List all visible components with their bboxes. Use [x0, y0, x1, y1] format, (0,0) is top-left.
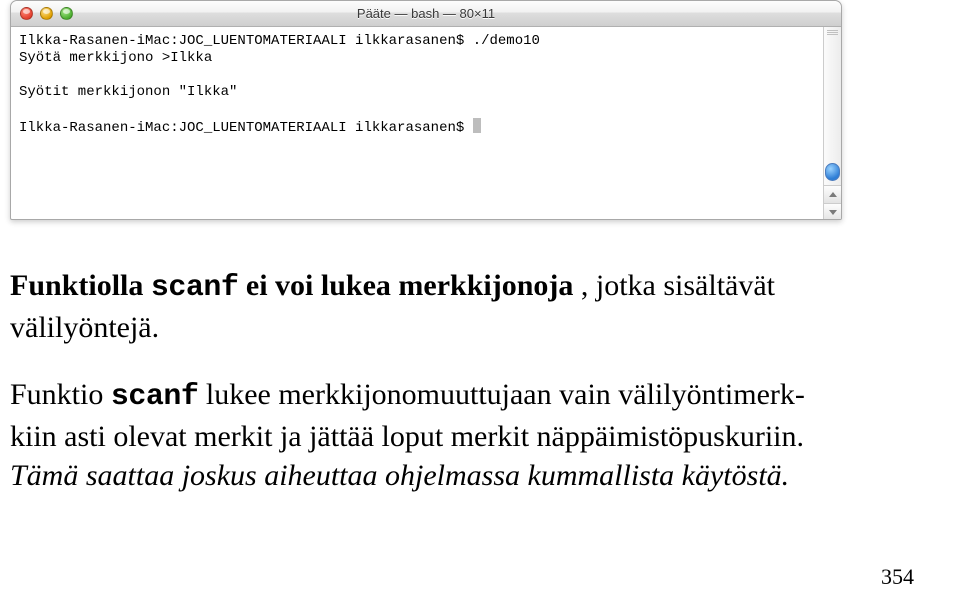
prompt-1: Ilkka-Rasanen-iMac:JOC_LUENTOMATERIAALI …: [19, 33, 473, 49]
p1-code: scanf: [151, 271, 239, 305]
p2-code: scanf: [111, 380, 199, 414]
prompt-2: Ilkka-Rasanen-iMac:JOC_LUENTOMATERIAALI …: [19, 120, 473, 136]
p2-italic: Tämä saattaa joskus aiheuttaa ohjelmassa…: [10, 459, 789, 492]
scrollbar-track[interactable]: [824, 27, 841, 185]
p2-c: kiin asti olevat merkit ja jättää loput …: [10, 420, 804, 453]
output-line-3: Syötit merkkijonon "Ilkka": [19, 84, 237, 100]
zoom-icon[interactable]: [60, 7, 73, 20]
page-number: 354: [881, 564, 914, 590]
p1-bold-a: Funktiolla: [10, 269, 151, 302]
terminal-output[interactable]: Ilkka-Rasanen-iMac:JOC_LUENTOMATERIAALI …: [11, 27, 823, 219]
output-blank: [19, 67, 27, 83]
p1-bold-b: ei voi lukea merkkijonoja: [238, 269, 581, 302]
traffic-lights: [20, 7, 73, 20]
command-1: ./demo10: [473, 33, 540, 49]
output-blank2: [19, 101, 27, 117]
scroll-up-button[interactable]: [824, 185, 841, 203]
scrollbar-grip-icon: [827, 30, 838, 35]
window-title: Pääte — bash — 80×11: [11, 6, 841, 21]
chevron-down-icon: [829, 210, 837, 215]
close-icon[interactable]: [20, 7, 33, 20]
scrollbar-thumb[interactable]: [825, 163, 840, 181]
p2-b: lukee merkkijonomuuttujaan vain välilyön…: [198, 378, 805, 411]
titlebar[interactable]: Pääte — bash — 80×11: [11, 1, 841, 27]
output-line-2: Syötä merkkijono >Ilkka: [19, 50, 212, 66]
minimize-icon[interactable]: [40, 7, 53, 20]
terminal-window: Pääte — bash — 80×11 Ilkka-Rasanen-iMac:…: [10, 0, 842, 220]
scroll-down-button[interactable]: [824, 203, 841, 220]
paragraph-1: Funktiolla scanf ei voi lukea merkkijono…: [10, 266, 900, 347]
chevron-up-icon: [829, 192, 837, 197]
cursor-icon: [473, 118, 481, 133]
body-text: Funktiolla scanf ei voi lukea merkkijono…: [10, 266, 900, 523]
scrollbar[interactable]: [823, 27, 841, 219]
p2-a: Funktio: [10, 378, 111, 411]
paragraph-2: Funktio scanf lukee merkkijonomuuttujaan…: [10, 375, 900, 495]
